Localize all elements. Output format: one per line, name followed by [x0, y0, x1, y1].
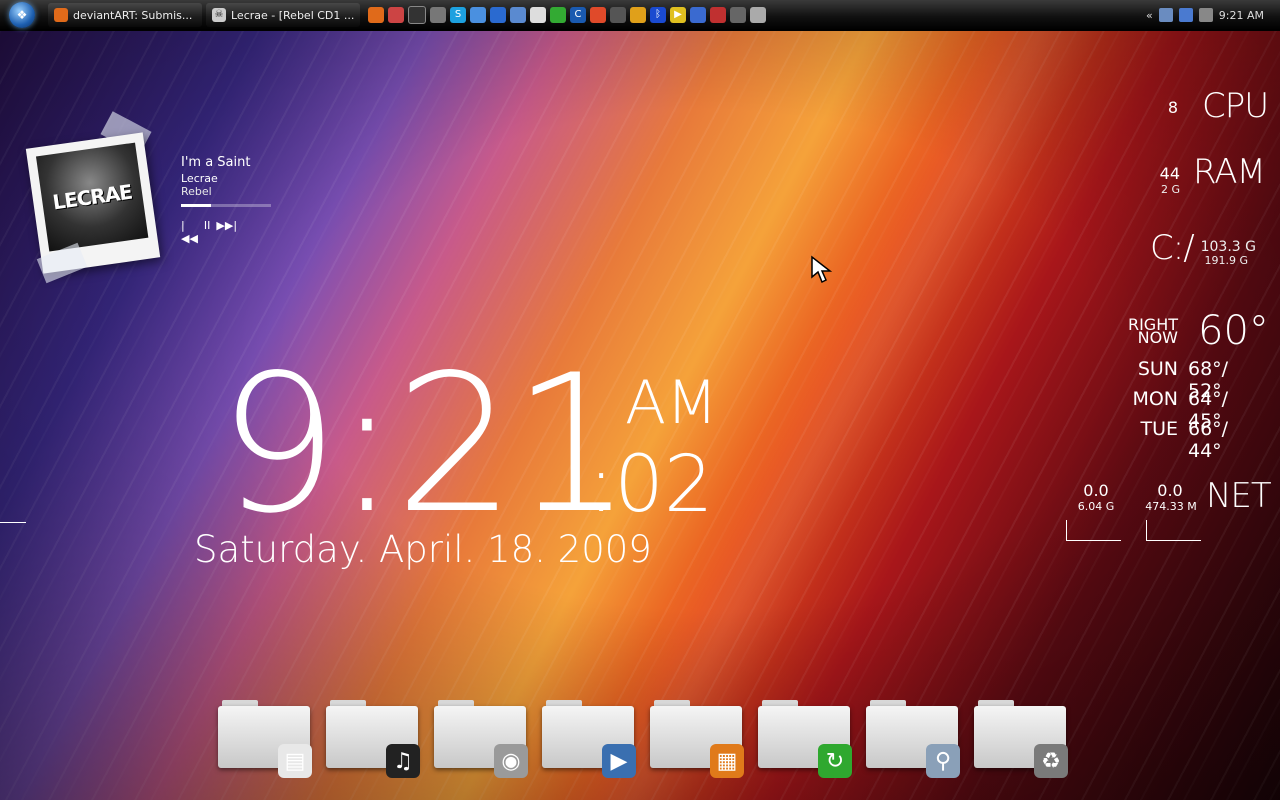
- monitor-icon[interactable]: [730, 7, 746, 23]
- skull-icon: ☠: [212, 8, 226, 22]
- clock-seconds: :02: [588, 440, 714, 530]
- picasa-icon[interactable]: [470, 7, 486, 23]
- track-album: Rebel: [181, 185, 212, 198]
- pictures-folder[interactable]: ◉: [434, 700, 528, 778]
- camera-icon[interactable]: [408, 6, 426, 24]
- document-icon: ▤: [278, 744, 312, 778]
- decorative-line: [0, 522, 26, 523]
- task-button-media-player[interactable]: ☠ Lecrae - [Rebel CD1 ...: [206, 3, 360, 27]
- forecast-temps: 66°/ 44°: [1188, 418, 1229, 462]
- refresh-icon: ↻: [818, 744, 852, 778]
- album-art-polaroid[interactable]: LECRAE: [25, 132, 161, 274]
- office-icon: ▦: [710, 744, 744, 778]
- disk-label: C:/: [1150, 228, 1195, 268]
- start-button[interactable]: ❖: [0, 0, 44, 30]
- tray-clock[interactable]: 9:21 AM: [1219, 9, 1264, 22]
- skype-icon[interactable]: S: [450, 7, 466, 23]
- windows-logo-icon: ❖: [9, 2, 35, 28]
- taskbar: ❖ deviantART: Submis... ☠ Lecrae - [Rebe…: [0, 0, 1280, 31]
- monitor-tray-icon[interactable]: [1178, 8, 1193, 22]
- clock-ampm: AM: [625, 368, 718, 438]
- track-progress-bar[interactable]: [181, 204, 271, 207]
- magnifier-icon: ⚲: [926, 744, 960, 778]
- volume-icon[interactable]: [1198, 8, 1213, 22]
- firefox-icon: [54, 8, 68, 22]
- next-track-button[interactable]: ▶▶|: [216, 219, 237, 245]
- track-progress-fill: [181, 204, 211, 207]
- net-down-total: 6.04 G: [1077, 500, 1115, 513]
- task-button-deviantart[interactable]: deviantART: Submis...: [48, 3, 202, 27]
- weather-now-label: RIGHT NOW: [1126, 317, 1178, 346]
- search-folder[interactable]: ⚲: [866, 700, 960, 778]
- track-title: I'm a Saint: [181, 155, 251, 170]
- shield-icon[interactable]: [710, 7, 726, 23]
- trash-icon: ♻: [1034, 744, 1068, 778]
- weather-now-temp: 60°: [1198, 308, 1269, 354]
- ram-value: 44: [1159, 164, 1180, 183]
- downloads-folder[interactable]: ↻: [758, 700, 852, 778]
- task-label: deviantART: Submis...: [73, 8, 193, 22]
- calendar-icon[interactable]: [530, 7, 546, 23]
- forecast-row: TUE 66°/ 44°: [1110, 418, 1260, 462]
- net-up-graph: [1146, 520, 1201, 541]
- videos-folder[interactable]: ▶: [542, 700, 636, 778]
- bluetooth-icon[interactable]: ᛒ: [650, 7, 666, 23]
- forecast-day: TUE: [1140, 418, 1178, 440]
- recycle-folder[interactable]: ♻: [974, 700, 1068, 778]
- window-icon[interactable]: [510, 7, 526, 23]
- playback-controls: |◀◀ II ▶▶|: [181, 219, 237, 245]
- film-icon: ▶: [602, 744, 636, 778]
- system-tray: « 9:21 AM: [1146, 0, 1280, 30]
- track-artist: Lecrae: [181, 172, 218, 185]
- camera-icon: ◉: [494, 744, 528, 778]
- raccoon-icon[interactable]: [430, 7, 446, 23]
- disk-total: 191.9 G: [1204, 254, 1248, 267]
- cpu-label: CPU: [1202, 86, 1269, 126]
- quick-launch: S C ᛒ ▶: [368, 6, 766, 24]
- music-folder[interactable]: ♫: [326, 700, 420, 778]
- net-down-rate: 0.0: [1083, 481, 1109, 500]
- cpu-value: 8: [1167, 98, 1178, 117]
- net-down-graph: [1066, 520, 1121, 541]
- network-icon[interactable]: [1158, 8, 1173, 22]
- album-art: LECRAE: [35, 142, 149, 252]
- media-icon[interactable]: ▶: [670, 7, 686, 23]
- net-up-total: 474.33 M: [1145, 500, 1197, 513]
- chrome-icon[interactable]: C: [570, 7, 586, 23]
- tray-expand-button[interactable]: «: [1146, 9, 1153, 22]
- office-folder[interactable]: ▦: [650, 700, 744, 778]
- zune-icon: ♫: [386, 744, 420, 778]
- pen-icon[interactable]: [690, 7, 706, 23]
- mask-icon[interactable]: [750, 7, 766, 23]
- ccleaner-icon[interactable]: [550, 7, 566, 23]
- documents-folder[interactable]: ▤: [218, 700, 312, 778]
- folder-dock: ▤ ♫ ◉ ▶ ▦ ↻ ⚲ ♻: [218, 700, 1068, 778]
- album-art-text: LECRAE: [51, 179, 134, 215]
- winamp-icon[interactable]: [630, 7, 646, 23]
- pause-button[interactable]: II: [204, 219, 211, 245]
- ram-sub: 2 G: [1160, 183, 1180, 196]
- device-icon[interactable]: [610, 7, 626, 23]
- firefox-icon[interactable]: [368, 7, 384, 23]
- disk-free: 103.3 G: [1200, 239, 1256, 255]
- clock-date: Saturday. April. 18. 2009: [194, 528, 652, 571]
- net-label: NET: [1206, 476, 1272, 516]
- clock-time: 9:21: [218, 334, 633, 555]
- ram-label: RAM: [1193, 152, 1266, 192]
- net-up-rate: 0.0: [1157, 481, 1183, 500]
- globe-icon[interactable]: [490, 7, 506, 23]
- task-label: Lecrae - [Rebel CD1 ...: [231, 8, 355, 22]
- box-icon[interactable]: [388, 7, 404, 23]
- grid-icon[interactable]: [590, 7, 606, 23]
- previous-track-button[interactable]: |◀◀: [181, 219, 198, 245]
